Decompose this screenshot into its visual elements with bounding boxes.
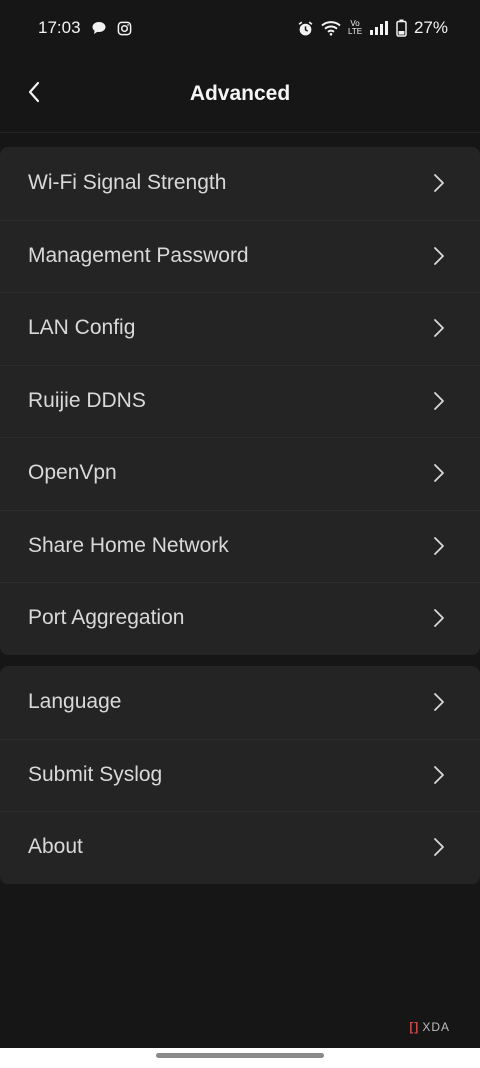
menu-item-wifi-signal-strength[interactable]: Wi-Fi Signal Strength: [0, 147, 480, 220]
xda-logo-icon: []: [409, 1020, 420, 1034]
chevron-right-icon: [432, 837, 446, 857]
menu-item-label: LAN Config: [28, 316, 136, 340]
chevron-right-icon: [432, 692, 446, 712]
xda-watermark: [] XDA: [409, 1020, 450, 1034]
chevron-left-icon: [27, 81, 41, 108]
page-title: Advanced: [189, 82, 291, 105]
menu-item-label: Management Password: [28, 243, 249, 267]
chevron-right-icon: [432, 765, 446, 785]
menu-item-label: OpenVpn: [28, 461, 117, 485]
menu-item-port-aggregation[interactable]: Port Aggregation: [0, 582, 480, 655]
back-button[interactable]: [14, 74, 54, 114]
volte-label: Vo LTE: [347, 19, 363, 36]
status-bar: 17:03 Vo LTE 27%: [0, 0, 480, 56]
menu-item-submit-syslog[interactable]: Submit Syslog: [0, 738, 480, 812]
chat-bubble-icon: [91, 20, 107, 36]
chevron-right-icon: [432, 173, 446, 193]
chevron-right-icon: [432, 536, 446, 556]
general-settings-group: Language Submit Syslog About: [0, 666, 480, 884]
status-right: Vo LTE 27%: [297, 18, 448, 38]
home-gesture-handle[interactable]: [156, 1053, 324, 1058]
instagram-icon: [117, 21, 132, 36]
menu-item-about[interactable]: About: [0, 811, 480, 884]
screen: 17:03 Vo LTE 27% Advanced Wi-Fi Signal S…: [0, 0, 480, 1068]
chevron-right-icon: [432, 318, 446, 338]
menu-item-language[interactable]: Language: [0, 666, 480, 739]
alarm-icon: [297, 20, 314, 37]
menu-item-share-home-network[interactable]: Share Home Network: [0, 509, 480, 583]
wifi-icon: [321, 20, 341, 36]
app-bar: Advanced: [0, 56, 480, 133]
menu-item-label: About: [28, 835, 83, 859]
menu-item-openvpn[interactable]: OpenVpn: [0, 437, 480, 510]
watermark-text: XDA: [422, 1020, 450, 1034]
status-time: 17:03: [38, 18, 81, 37]
chevron-right-icon: [432, 463, 446, 483]
menu-item-label: Ruijie DDNS: [28, 388, 146, 412]
chevron-right-icon: [432, 608, 446, 628]
status-left: 17:03: [38, 18, 132, 38]
menu-item-label: Port Aggregation: [28, 606, 185, 630]
chevron-right-icon: [432, 391, 446, 411]
battery-percent: 27%: [413, 18, 448, 37]
system-navigation-bar: [0, 1048, 480, 1068]
advanced-settings-group: Wi-Fi Signal Strength Management Passwor…: [0, 147, 480, 655]
menu-item-label: Wi-Fi Signal Strength: [28, 171, 227, 195]
signal-bars-icon: [369, 20, 389, 36]
battery-icon: [396, 19, 407, 37]
chevron-right-icon: [432, 246, 446, 266]
menu-item-label: Share Home Network: [28, 533, 229, 557]
menu-item-ruijie-ddns[interactable]: Ruijie DDNS: [0, 364, 480, 438]
menu-item-management-password[interactable]: Management Password: [0, 219, 480, 293]
menu-item-lan-config[interactable]: LAN Config: [0, 292, 480, 365]
menu-item-label: Submit Syslog: [28, 762, 163, 786]
menu-item-label: Language: [28, 690, 122, 714]
